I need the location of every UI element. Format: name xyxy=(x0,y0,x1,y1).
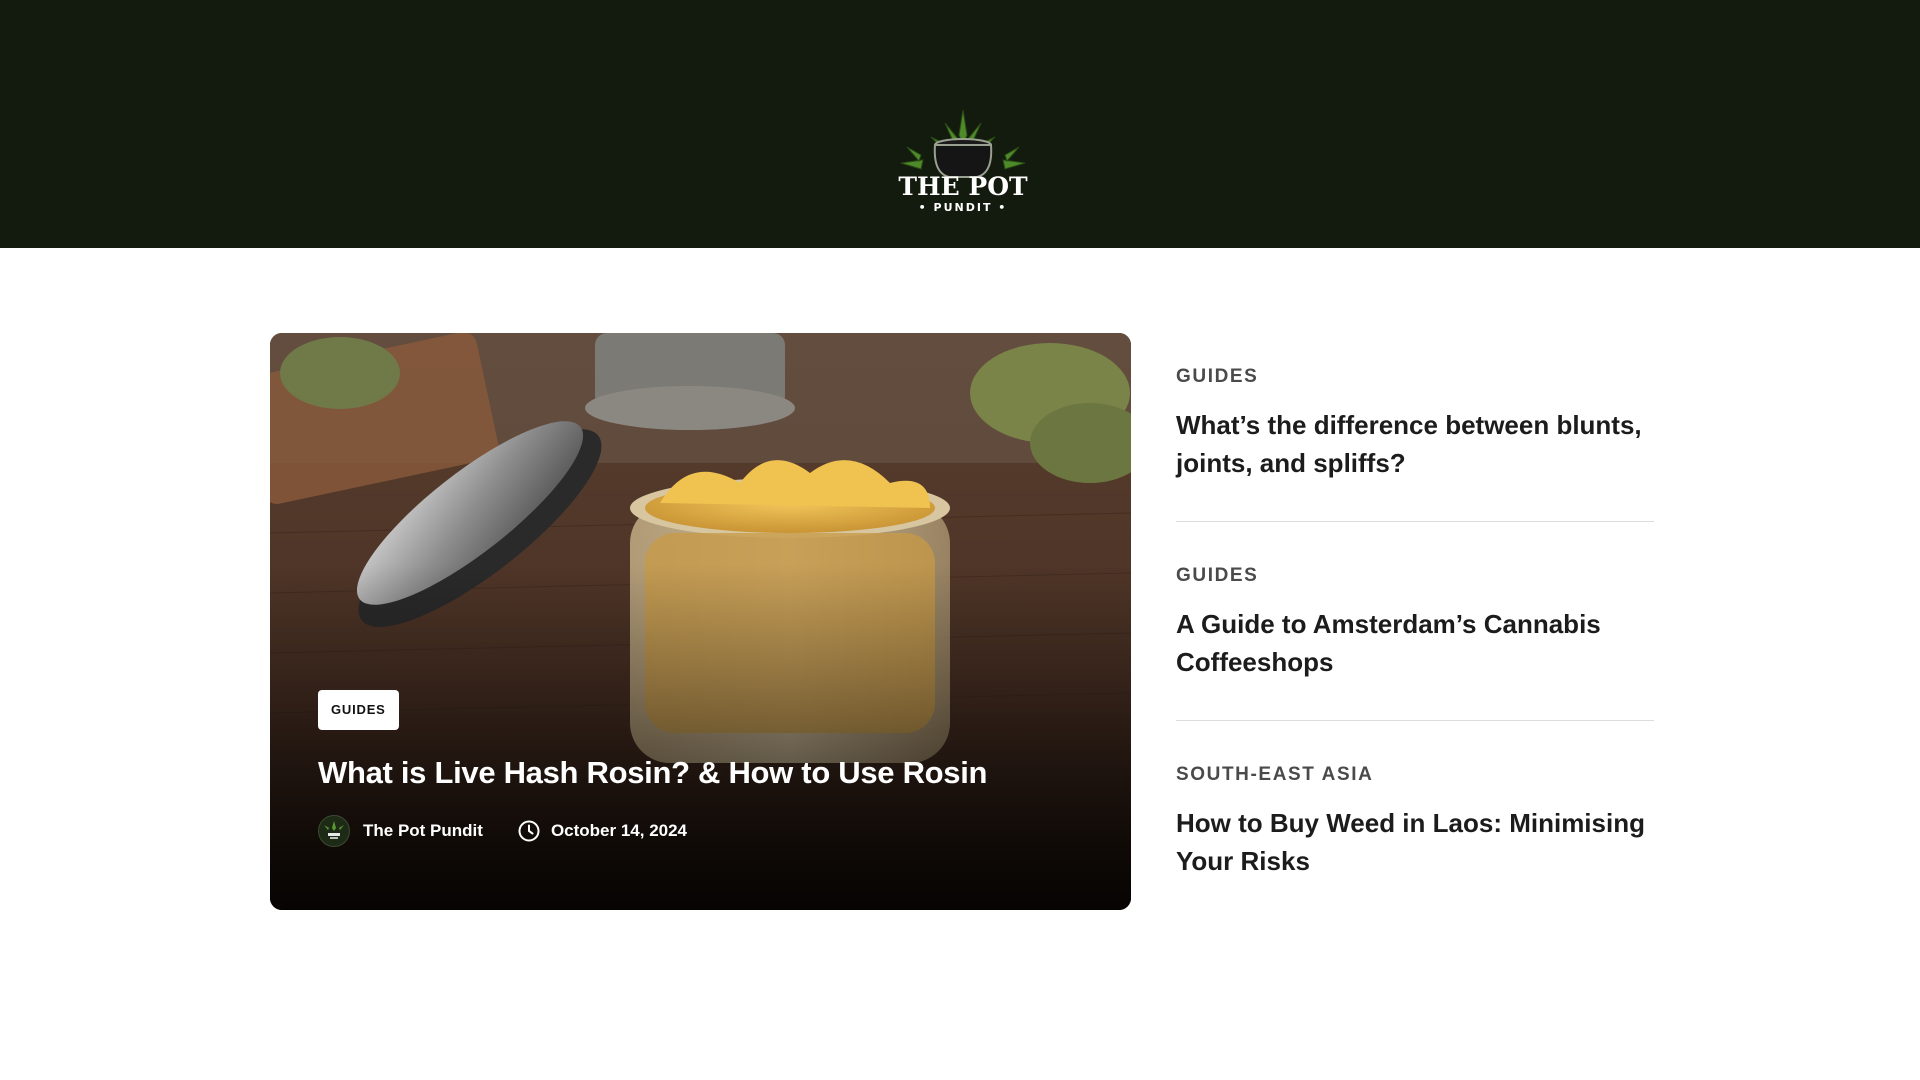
site-header: THE POT • PUNDIT • xyxy=(0,0,1920,248)
article-category[interactable]: GUIDES xyxy=(1176,565,1258,587)
article-meta: The Pot Pundit October 14, 2024 xyxy=(318,815,687,847)
avatar-logo-icon xyxy=(324,821,344,839)
featured-article-card[interactable]: GUIDES What is Live Hash Rosin? & How to… xyxy=(270,333,1131,910)
svg-text:• PUNDIT •: • PUNDIT • xyxy=(919,201,1008,214)
article-title[interactable]: A Guide to Amsterdam’s Cannabis Coffeesh… xyxy=(1176,605,1654,681)
article-category[interactable]: GUIDES xyxy=(1176,366,1258,388)
article-category[interactable]: SOUTH-EAST ASIA xyxy=(1176,764,1373,786)
clock-icon xyxy=(517,819,541,843)
svg-text:THE POT: THE POT xyxy=(898,172,1028,201)
category-badge[interactable]: GUIDES xyxy=(318,690,399,730)
pot-logo-icon: THE POT • PUNDIT • xyxy=(898,109,1028,214)
site-logo[interactable]: THE POT • PUNDIT • xyxy=(893,105,1033,220)
article-title[interactable]: What’s the difference between blunts, jo… xyxy=(1176,406,1654,482)
divider xyxy=(1176,521,1654,522)
author-avatar[interactable] xyxy=(318,815,350,847)
article-title[interactable]: How to Buy Weed in Laos: Minimising Your… xyxy=(1176,804,1654,880)
featured-article-title[interactable]: What is Live Hash Rosin? & How to Use Ro… xyxy=(318,753,1098,793)
publish-date: October 14, 2024 xyxy=(550,821,688,840)
divider xyxy=(1176,720,1654,721)
author-name[interactable]: The Pot Pundit xyxy=(363,821,483,841)
